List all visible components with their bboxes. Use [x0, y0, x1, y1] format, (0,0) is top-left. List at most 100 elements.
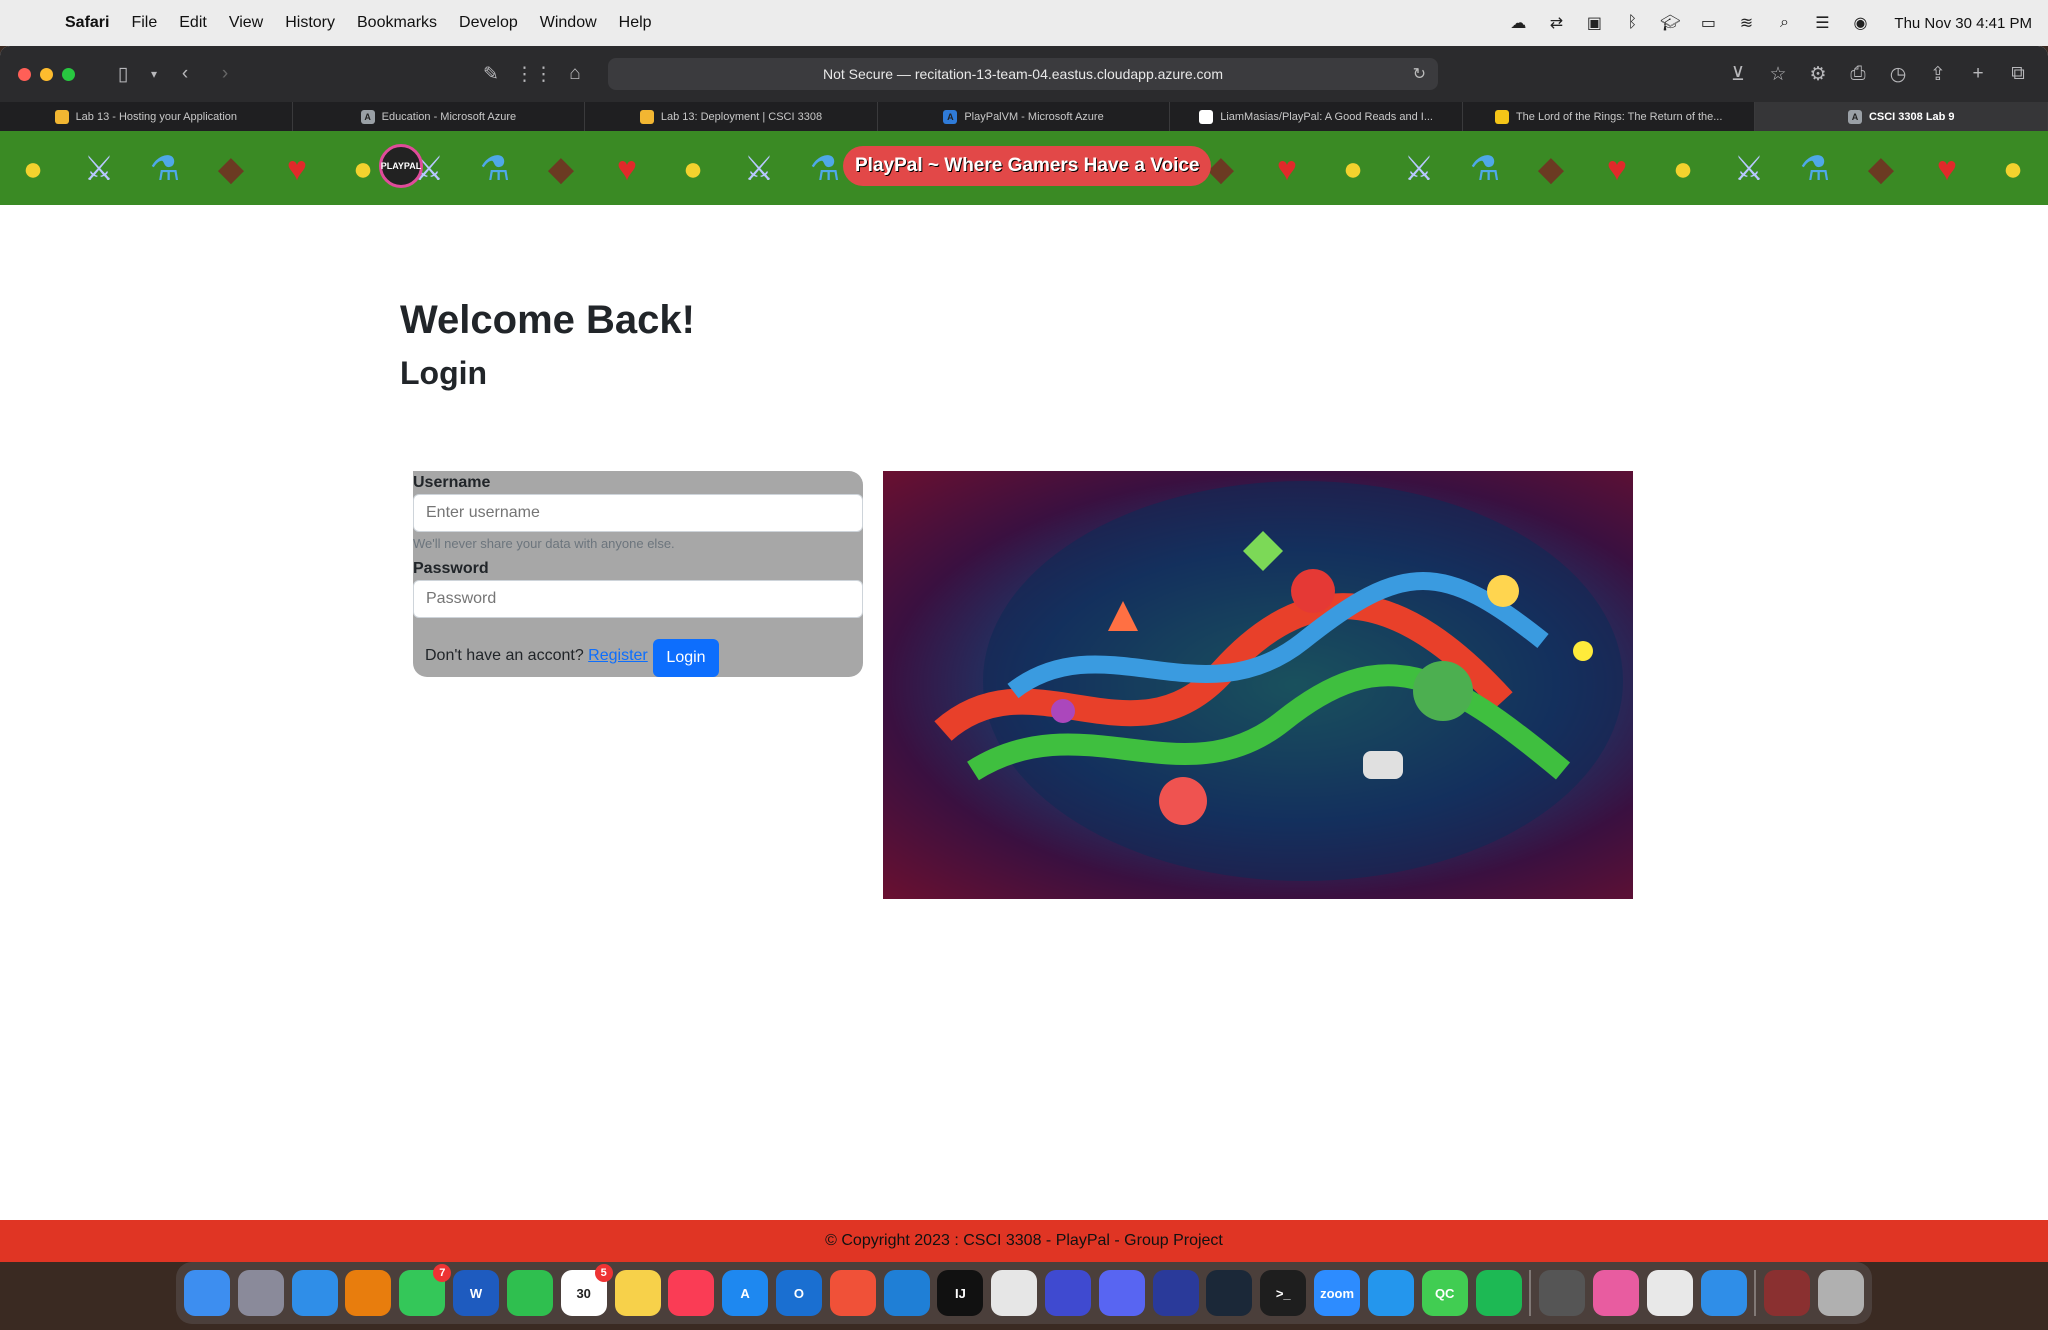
new-tab-icon[interactable]: +	[1960, 63, 1996, 85]
password-input[interactable]	[413, 580, 863, 618]
menu-file[interactable]: File	[120, 14, 168, 32]
menu-develop[interactable]: Develop	[448, 14, 529, 32]
notes-dock-icon[interactable]	[614, 1270, 661, 1316]
terminal-dock-icon[interactable]: >_	[1260, 1270, 1307, 1316]
vscode-dock-icon[interactable]	[883, 1270, 930, 1316]
wifi-icon[interactable]: ≋	[1734, 12, 1758, 34]
photo-stack-dock-icon[interactable]	[1764, 1270, 1811, 1316]
register-prompt-text: Don't have an accont?	[425, 647, 584, 664]
intellij-dock-icon[interactable]: IJ	[937, 1270, 984, 1316]
settings-gear-icon[interactable]: ⚙	[1800, 63, 1836, 86]
dock-separator	[1529, 1270, 1532, 1316]
history-clock-icon[interactable]: ◷	[1880, 63, 1916, 86]
reader-icon[interactable]: ✎	[473, 63, 509, 86]
browser-tab[interactable]: A Education - Microsoft Azure	[293, 102, 586, 131]
sword-sprite-icon: ⚔	[83, 150, 115, 188]
browser-tab[interactable]: Lab 13 - Hosting your Application	[0, 102, 293, 131]
menu-window[interactable]: Window	[529, 14, 608, 32]
menu-help[interactable]: Help	[608, 14, 663, 32]
browser-tab[interactable]: LiamMasias/PlayPal: A Good Reads and I..…	[1170, 102, 1463, 131]
dock-icon-label: W	[469, 1285, 483, 1301]
safari-dock-icon[interactable]	[291, 1270, 338, 1316]
graduation-cap-icon[interactable]: 🎓︎	[1658, 12, 1682, 34]
login-button[interactable]: Login	[653, 639, 719, 677]
control-center-icon[interactable]: ☰	[1810, 12, 1834, 34]
login-header: Welcome Back! Login	[400, 298, 695, 392]
tab-overview-icon[interactable]: ⧉	[2000, 63, 2036, 85]
forward-button[interactable]: ›	[207, 63, 243, 85]
calculator-dock-icon[interactable]	[1539, 1270, 1586, 1316]
outlook-dock-icon[interactable]: O	[775, 1270, 822, 1316]
steam-dock-icon[interactable]	[1206, 1270, 1253, 1316]
sidebar-icon[interactable]: ▯	[105, 63, 141, 86]
username-input[interactable]	[413, 494, 863, 532]
bookmark-star-icon[interactable]: ☆	[1760, 63, 1796, 86]
dock-icon-label: >_	[1275, 1285, 1291, 1301]
zoom-window-button[interactable]	[62, 67, 75, 81]
safari-downloads-dock-icon[interactable]	[1700, 1270, 1747, 1316]
menu-bookmarks[interactable]: Bookmarks	[346, 14, 448, 32]
photos-folder-dock-icon[interactable]	[1592, 1270, 1639, 1316]
blender-dock-icon[interactable]	[345, 1270, 392, 1316]
minimize-window-button[interactable]	[40, 67, 53, 81]
address-bar[interactable]: Not Secure — recitation-13-team-04.eastu…	[608, 58, 1438, 90]
battery-icon[interactable]: ▭	[1696, 12, 1720, 34]
dock-icon-label: A	[740, 1285, 750, 1301]
heart-sprite-icon: ♥	[1936, 149, 1958, 188]
chrome-dock-icon[interactable]	[1646, 1270, 1693, 1316]
app-store-dock-icon[interactable]: A	[722, 1270, 769, 1316]
simulator-dock-icon[interactable]	[1045, 1270, 1091, 1316]
launchpad-dock-icon[interactable]	[237, 1270, 284, 1316]
music-dock-icon[interactable]	[668, 1270, 715, 1316]
siri-icon[interactable]: ◉	[1848, 12, 1872, 34]
messages-dock-icon[interactable]: 7	[399, 1264, 452, 1316]
creative-cloud-icon[interactable]: ☁	[1506, 12, 1530, 34]
coin-sprite-icon: ●	[1672, 149, 1694, 188]
menu-edit[interactable]: Edit	[168, 14, 218, 32]
chevron-down-icon[interactable]: ▾	[145, 67, 163, 81]
inkscape-dock-icon[interactable]	[991, 1270, 1038, 1316]
screen-icon[interactable]: ▣	[1582, 12, 1606, 34]
spotify-dock-icon[interactable]	[1475, 1270, 1522, 1316]
login-heading: Login	[400, 355, 488, 391]
docker-dock-icon[interactable]	[1367, 1270, 1414, 1316]
menu-app-name[interactable]: Safari	[54, 14, 120, 32]
browser-tab[interactable]: A PlayPalVM - Microsoft Azure	[878, 102, 1171, 131]
back-button[interactable]: ‹	[167, 63, 203, 85]
close-window-button[interactable]	[18, 67, 31, 81]
qt-creator-dock-icon[interactable]: QC	[1421, 1270, 1468, 1316]
share-icon[interactable]: ⇪	[1920, 63, 1956, 86]
playpal-logo[interactable]: PLAYPAL	[379, 144, 423, 188]
grid-icon[interactable]: ⋮⋮	[515, 63, 553, 86]
coin-sprite-icon: ●	[22, 149, 44, 188]
browser-tab[interactable]: Lab 13: Deployment | CSCI 3308	[585, 102, 878, 131]
swift-dock-icon[interactable]	[829, 1270, 876, 1316]
menu-view[interactable]: View	[218, 14, 274, 32]
print-icon[interactable]: ⎙	[1840, 63, 1876, 85]
home-icon[interactable]: ⌂	[557, 63, 593, 85]
discord-dock-icon[interactable]	[1098, 1270, 1145, 1316]
browser-tab[interactable]: A CSCI 3308 Lab 9	[1755, 102, 2048, 131]
download-icon[interactable]: ⊻	[1720, 63, 1756, 86]
reload-icon[interactable]: ↻	[1413, 64, 1426, 84]
heart-sprite-icon: ♥	[1276, 149, 1298, 188]
tab-label: Lab 13 - Hosting your Application	[75, 110, 237, 123]
address-text: Not Secure — recitation-13-team-04.eastu…	[823, 66, 1223, 82]
word-dock-icon[interactable]: W	[453, 1270, 500, 1316]
finder-dock-icon[interactable]	[184, 1270, 230, 1316]
menu-history[interactable]: History	[274, 14, 346, 32]
browser-tab[interactable]: The Lord of the Rings: The Return of the…	[1463, 102, 1756, 131]
calendar-dock-icon[interactable]: 30 5	[560, 1264, 613, 1316]
tab-label: LiamMasias/PlayPal: A Good Reads and I..…	[1220, 110, 1433, 123]
translate-icon[interactable]: ⇄	[1544, 12, 1568, 34]
search-icon[interactable]: ⌕	[1772, 12, 1796, 34]
register-link[interactable]: Register	[588, 647, 648, 664]
notification-badge: 5	[594, 1264, 613, 1282]
facetime-dock-icon[interactable]	[506, 1270, 553, 1316]
banner-tagline: PlayPal ~ Where Gamers Have a Voice	[843, 146, 1212, 186]
webex-dock-icon[interactable]	[1152, 1270, 1199, 1316]
bluetooth-icon[interactable]: ᛒ	[1620, 12, 1644, 34]
trash-dock-icon[interactable]	[1818, 1270, 1864, 1316]
menu-clock[interactable]: Thu Nov 30 4:41 PM	[1894, 15, 2032, 32]
zoom-dock-icon[interactable]: zoom	[1314, 1270, 1361, 1316]
